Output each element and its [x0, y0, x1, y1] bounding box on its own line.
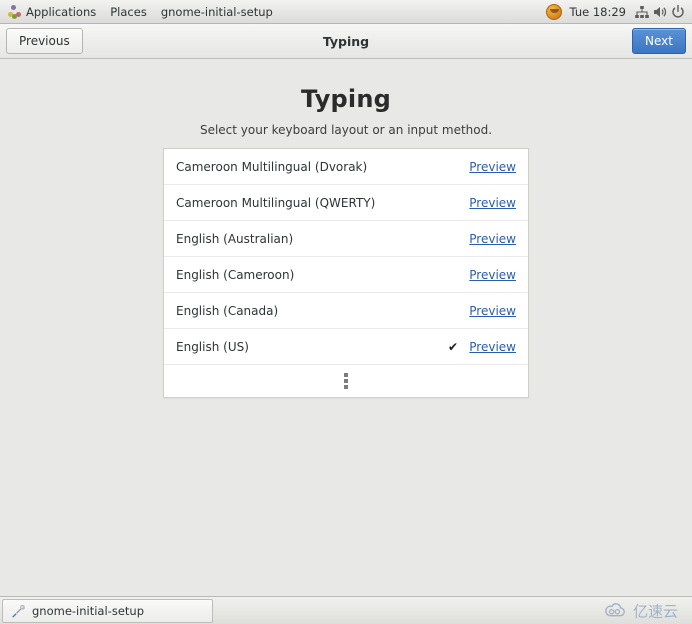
preview-link[interactable]: Preview	[464, 268, 516, 282]
page-title: Typing	[300, 85, 392, 113]
top-panel-right: Tue 18:29	[545, 0, 692, 23]
taskbar-window-button[interactable]: gnome-initial-setup	[2, 598, 213, 623]
show-more-layouts-row[interactable]	[164, 365, 528, 397]
preview-link[interactable]: Preview	[464, 340, 516, 354]
keyboard-layout-label: Cameroon Multilingual (QWERTY)	[176, 195, 376, 210]
keyboard-layout-label: Cameroon Multilingual (Dvorak)	[176, 159, 368, 174]
next-button[interactable]: Next	[632, 28, 686, 54]
window-menu-label: gnome-initial-setup	[160, 4, 273, 19]
power-icon[interactable]	[670, 4, 686, 20]
page-subtitle: Select your keyboard layout or an input …	[199, 123, 493, 137]
cloud-icon	[602, 603, 628, 619]
setup-content-area: Typing Select your keyboard layout or an…	[0, 60, 692, 596]
clock-label[interactable]: Tue 18:29	[564, 5, 632, 19]
volume-icon[interactable]	[652, 4, 668, 20]
keyboard-layout-row[interactable]: Cameroon Multilingual (Dvorak) Preview	[164, 149, 528, 185]
keyboard-layout-label: English (Cameroon)	[176, 267, 295, 282]
network-icon[interactable]	[634, 4, 650, 20]
places-menu[interactable]: Places	[103, 0, 154, 23]
keyboard-layout-row[interactable]: English (US) ✔ Preview	[164, 329, 528, 365]
preview-link[interactable]: Preview	[464, 232, 516, 246]
keyboard-layout-row[interactable]: English (Cameroon) Preview	[164, 257, 528, 293]
preview-link[interactable]: Preview	[464, 304, 516, 318]
top-panel: Applications Places gnome-initial-setup …	[0, 0, 692, 24]
keyboard-layout-row[interactable]: Cameroon Multilingual (QWERTY) Preview	[164, 185, 528, 221]
places-menu-label: Places	[110, 4, 147, 19]
window-title: Typing	[322, 33, 370, 49]
taskbar-window-label: gnome-initial-setup	[32, 603, 144, 618]
keyboard-layout-label: English (Canada)	[176, 303, 279, 318]
user-avatar-icon[interactable]	[545, 3, 562, 20]
previous-button[interactable]: Previous	[6, 28, 83, 54]
applications-menu-label: Applications	[26, 4, 97, 19]
preview-link[interactable]: Preview	[464, 160, 516, 174]
bottom-taskbar: gnome-initial-setup 亿速云	[0, 596, 692, 624]
selected-check-icon: ✔	[447, 339, 459, 354]
window-header-bar: Previous Typing Next	[0, 24, 692, 59]
keyboard-layout-list: Cameroon Multilingual (Dvorak) Preview Cam…	[163, 148, 529, 398]
applications-menu[interactable]: Applications	[0, 0, 103, 23]
preview-link[interactable]: Preview	[464, 196, 516, 210]
window-menu[interactable]: gnome-initial-setup	[154, 0, 280, 23]
keyboard-layout-rows: Cameroon Multilingual (Dvorak) Preview Cam…	[164, 149, 528, 365]
keyboard-layout-label: English (US)	[176, 339, 249, 354]
keyboard-layout-label: English (Australian)	[176, 231, 294, 246]
keyboard-layout-row[interactable]: English (Canada) Preview	[164, 293, 528, 329]
watermark-text: 亿速云	[632, 602, 678, 620]
keyboard-layout-row[interactable]: English (Australian) Preview	[164, 221, 528, 257]
watermark: 亿速云	[602, 600, 678, 621]
more-vertical-icon	[344, 373, 348, 389]
gnome-foot-icon	[7, 4, 21, 19]
gnome-initial-setup-icon	[10, 603, 26, 619]
top-panel-left: Applications Places gnome-initial-setup	[0, 0, 280, 23]
